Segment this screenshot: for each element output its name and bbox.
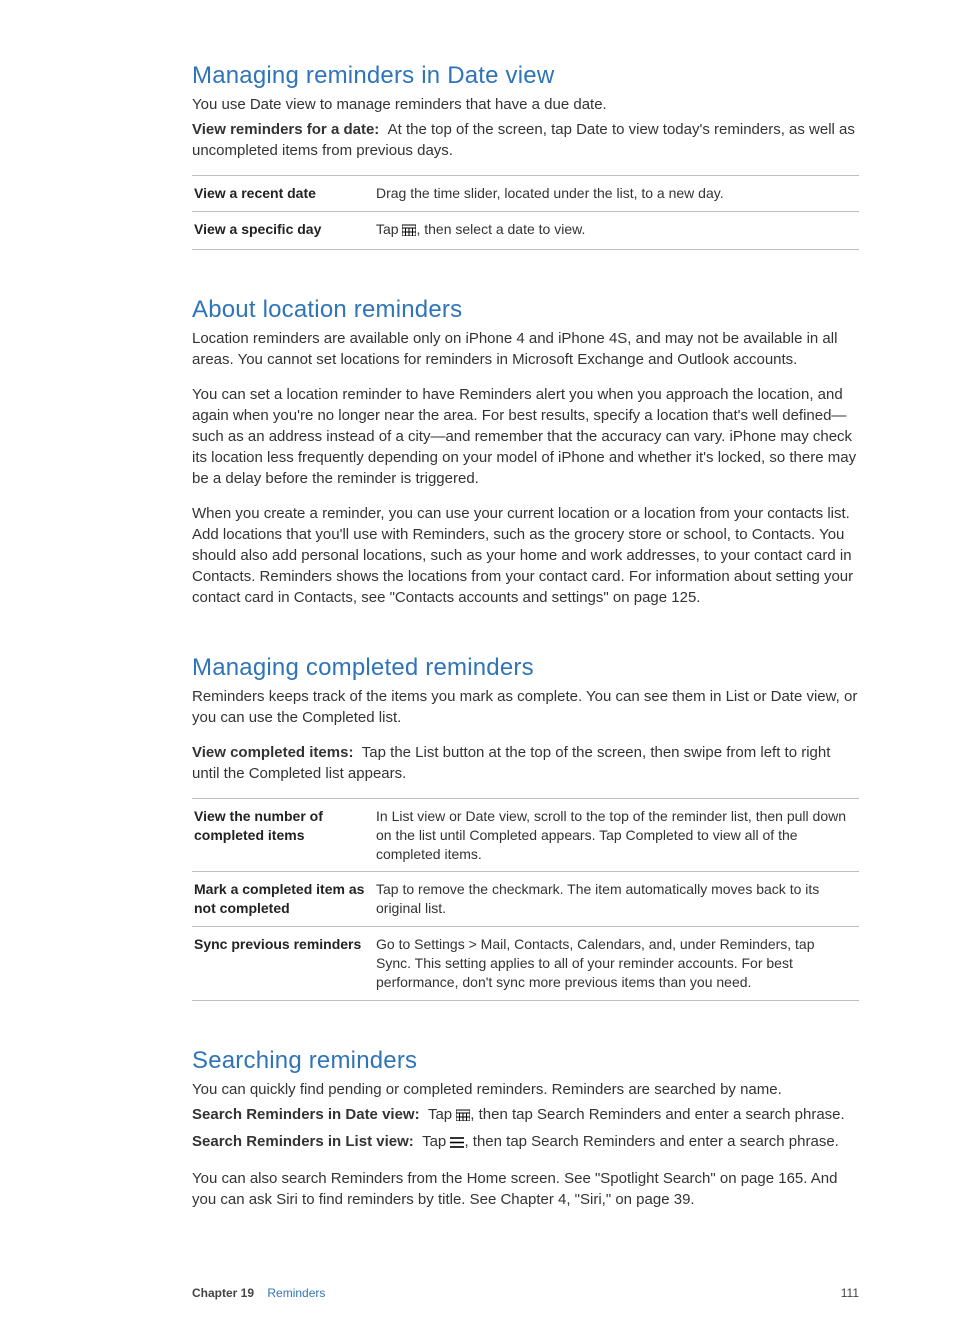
table-cell-right: In List view or Date view, scroll to the… xyxy=(374,798,859,872)
text-post: , then tap Search Reminders and enter a … xyxy=(464,1133,838,1150)
footer-left: Chapter 19 Reminders xyxy=(192,1286,325,1300)
inline-label: Search Reminders in List view: xyxy=(192,1133,414,1150)
footer-page-number: 111 xyxy=(841,1286,859,1300)
table-row: View the number of completed items In Li… xyxy=(192,798,859,872)
heading-managing-completed: Managing completed reminders xyxy=(192,654,859,682)
paragraph: You use Date view to manage reminders th… xyxy=(192,94,859,115)
heading-searching: Searching reminders xyxy=(192,1047,859,1075)
page: Managing reminders in Date view You use … xyxy=(0,0,954,1336)
inline-label: View completed items: xyxy=(192,744,353,761)
page-footer: Chapter 19 Reminders 111 xyxy=(192,1286,859,1300)
calendar-icon xyxy=(402,222,416,241)
text-pre: Tap xyxy=(422,1133,450,1150)
paragraph: Search Reminders in Date view: Tap , the… xyxy=(192,1104,859,1127)
paragraph: Reminders keeps track of the items you m… xyxy=(192,686,859,728)
table-cell-left: View a recent date xyxy=(192,176,374,212)
table-cell-left: Mark a completed item as not completed xyxy=(192,872,374,927)
paragraph: View reminders for a date: At the top of… xyxy=(192,119,859,161)
list-icon xyxy=(450,1133,464,1154)
text-pre: Tap xyxy=(376,221,402,237)
calendar-icon xyxy=(456,1106,470,1127)
paragraph: You can also search Reminders from the H… xyxy=(192,1168,859,1210)
paragraph: View completed items: Tap the List butto… xyxy=(192,742,859,784)
paragraph: When you create a reminder, you can use … xyxy=(192,503,859,608)
table-cell-left: View a specific day xyxy=(192,211,374,249)
table-cell-right: Tap to remove the checkmark. The item au… xyxy=(374,872,859,927)
text-post: , then select a date to view. xyxy=(416,221,585,237)
heading-managing-date-view: Managing reminders in Date view xyxy=(192,62,859,90)
text-pre: Tap xyxy=(428,1106,456,1123)
table-row: View a recent date Drag the time slider,… xyxy=(192,176,859,212)
heading-about-location: About location reminders xyxy=(192,296,859,324)
table-cell-right: Tap , then select a date to view. xyxy=(374,211,859,249)
paragraph: You can quickly find pending or complete… xyxy=(192,1079,859,1100)
table-cell-right: Go to Settings > Mail, Contacts, Calenda… xyxy=(374,927,859,1001)
footer-chapter: Chapter 19 xyxy=(192,1286,254,1300)
inline-label: Search Reminders in Date view: xyxy=(192,1106,420,1123)
table-row: Sync previous reminders Go to Settings >… xyxy=(192,927,859,1001)
text-post: , then tap Search Reminders and enter a … xyxy=(470,1106,844,1123)
table-cell-left: Sync previous reminders xyxy=(192,927,374,1001)
table-completed: View the number of completed items In Li… xyxy=(192,798,859,1001)
table-row: View a specific day Tap , then select a … xyxy=(192,211,859,249)
paragraph: You can set a location reminder to have … xyxy=(192,384,859,489)
footer-title: Reminders xyxy=(267,1286,325,1300)
table-cell-left: View the number of completed items xyxy=(192,798,374,872)
table-cell-right: Drag the time slider, located under the … xyxy=(374,176,859,212)
table-date-view: View a recent date Drag the time slider,… xyxy=(192,175,859,250)
paragraph: Location reminders are available only on… xyxy=(192,328,859,370)
paragraph: Search Reminders in List view: Tap , the… xyxy=(192,1131,859,1154)
inline-label: View reminders for a date: xyxy=(192,121,379,138)
table-row: Mark a completed item as not completed T… xyxy=(192,872,859,927)
